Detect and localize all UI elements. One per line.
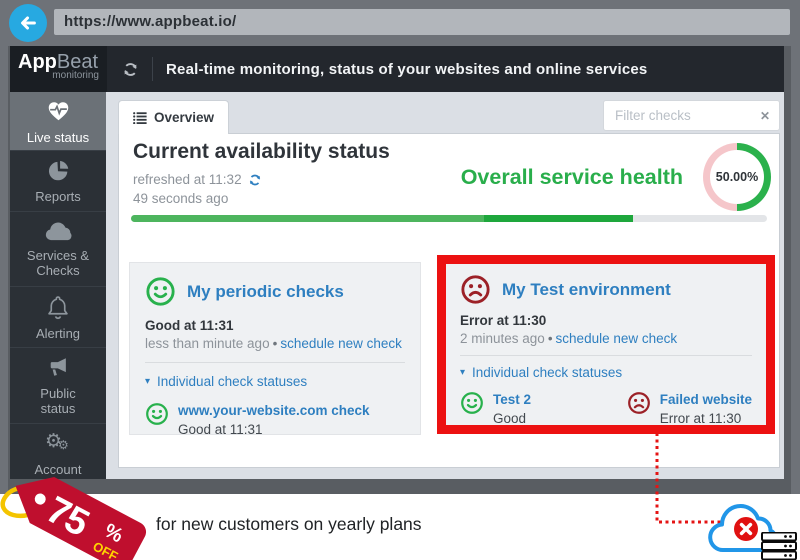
filter-checks-box: ✕ bbox=[603, 100, 780, 131]
sidebar-item-public-status[interactable]: Public status bbox=[10, 348, 106, 424]
card-title: My Test environment bbox=[502, 280, 671, 300]
check-row: www.your-website.com check Good at 11:31 bbox=[145, 402, 370, 435]
sidebar-item-reports[interactable]: Reports bbox=[10, 151, 106, 212]
bell-icon bbox=[46, 294, 70, 320]
page-title: Current availability status bbox=[133, 140, 390, 164]
filter-checks-input[interactable] bbox=[613, 107, 760, 124]
check-name-link[interactable]: Failed website bbox=[660, 392, 752, 407]
health-gauge-value: 50.00% bbox=[716, 170, 758, 184]
smiley-good-icon bbox=[145, 276, 176, 307]
card-status: Good at 11:31 bbox=[145, 318, 405, 333]
app-window: AppBeat monitoring Real-time monitoring,… bbox=[8, 46, 791, 494]
main-area: Overview ✕ Current availability status r… bbox=[106, 92, 784, 479]
card-my-test-environment: My Test environment Error at 11:30 2 min… bbox=[446, 264, 766, 425]
individual-check-statuses-toggle[interactable]: ▾ Individual check statuses bbox=[460, 365, 752, 380]
refresh-now-icon[interactable] bbox=[248, 173, 262, 187]
sidebar: Live status Reports bbox=[10, 92, 106, 479]
smiley-bad-icon bbox=[460, 274, 491, 305]
check-status-text: Good at 11:31 bbox=[178, 422, 370, 435]
tab-overview[interactable]: Overview bbox=[118, 100, 229, 134]
megaphone-icon bbox=[45, 356, 71, 380]
alert-highlight-border: My Test environment Error at 11:30 2 min… bbox=[437, 255, 775, 434]
refreshed-ago-text: 49 seconds ago bbox=[133, 191, 228, 206]
schedule-new-check-link[interactable]: schedule new check bbox=[280, 336, 402, 351]
promo-caption: for new customers on yearly plans bbox=[156, 514, 422, 535]
progress-segment bbox=[131, 215, 484, 222]
check-name-link[interactable]: www.your-website.com check bbox=[178, 403, 370, 418]
header-title: Real-time monitoring, status of your web… bbox=[166, 61, 647, 78]
check-status-text: Good bbox=[493, 411, 531, 425]
health-progress-bar bbox=[131, 215, 767, 222]
card-ago-line: 2 minutes ago•schedule new check bbox=[460, 331, 752, 346]
card-divider bbox=[145, 362, 405, 363]
smiley-good-icon bbox=[145, 402, 169, 426]
sidebar-item-alerting[interactable]: Alerting bbox=[10, 287, 106, 348]
smiley-bad-icon bbox=[627, 391, 651, 415]
sidebar-item-label: Live status bbox=[27, 130, 89, 145]
sidebar-item-live-status[interactable]: Live status bbox=[10, 92, 106, 151]
individual-check-statuses-toggle[interactable]: ▾ Individual check statuses bbox=[145, 374, 405, 389]
header-divider bbox=[152, 57, 153, 81]
pie-chart-icon bbox=[46, 158, 71, 183]
sidebar-item-label: Reports bbox=[35, 189, 81, 204]
refresh-icon[interactable] bbox=[122, 61, 139, 78]
back-button[interactable] bbox=[9, 4, 47, 42]
check-row: Failed website Error at 11:30 bbox=[627, 391, 752, 425]
schedule-new-check-link[interactable]: schedule new check bbox=[556, 331, 678, 346]
card-ago-line: less than minute ago•schedule new check bbox=[145, 336, 405, 351]
sidebar-item-label: Services & Checks bbox=[27, 248, 89, 278]
heartbeat-icon bbox=[45, 98, 72, 124]
back-arrow-icon bbox=[17, 12, 39, 34]
url-bar[interactable]: https://www.appbeat.io/ bbox=[54, 9, 790, 35]
cloud-icon bbox=[44, 221, 73, 242]
list-icon bbox=[133, 112, 147, 124]
chevron-down-icon: ▾ bbox=[145, 376, 150, 387]
logo-app-text: App bbox=[18, 51, 57, 73]
refreshed-line: refreshed at 11:32 bbox=[133, 172, 262, 187]
app-header: AppBeat monitoring Real-time monitoring,… bbox=[10, 46, 784, 92]
health-gauge: 50.00% bbox=[703, 143, 771, 211]
card-my-periodic-checks: My periodic checks Good at 11:31 less th… bbox=[129, 262, 421, 435]
app-logo: AppBeat monitoring bbox=[10, 46, 107, 92]
server-stack-icon bbox=[761, 532, 797, 560]
card-divider bbox=[460, 355, 752, 356]
check-status-text: Error at 11:30 bbox=[660, 411, 752, 425]
card-status: Error at 11:30 bbox=[460, 313, 752, 328]
content-panel: Current availability status refreshed at… bbox=[118, 133, 780, 468]
chevron-down-icon: ▾ bbox=[460, 367, 465, 378]
progress-segment bbox=[484, 215, 633, 222]
sidebar-item-label: Alerting bbox=[36, 326, 80, 341]
tab-label: Overview bbox=[154, 110, 214, 125]
check-row: Test 2 Good bbox=[460, 391, 531, 425]
health-label: Overall service health bbox=[461, 165, 683, 190]
clear-filter-icon[interactable]: ✕ bbox=[760, 109, 770, 123]
smiley-good-icon bbox=[460, 391, 484, 415]
sidebar-item-services-checks[interactable]: Services & Checks bbox=[10, 212, 106, 287]
sidebar-item-label: Public status bbox=[40, 386, 75, 416]
card-title: My periodic checks bbox=[187, 282, 344, 302]
discount-tag: 75 % OFF bbox=[0, 466, 215, 560]
check-name-link[interactable]: Test 2 bbox=[493, 392, 531, 407]
gears-icon: ⚙⚙ bbox=[45, 432, 71, 456]
url-text: https://www.appbeat.io/ bbox=[64, 13, 236, 30]
